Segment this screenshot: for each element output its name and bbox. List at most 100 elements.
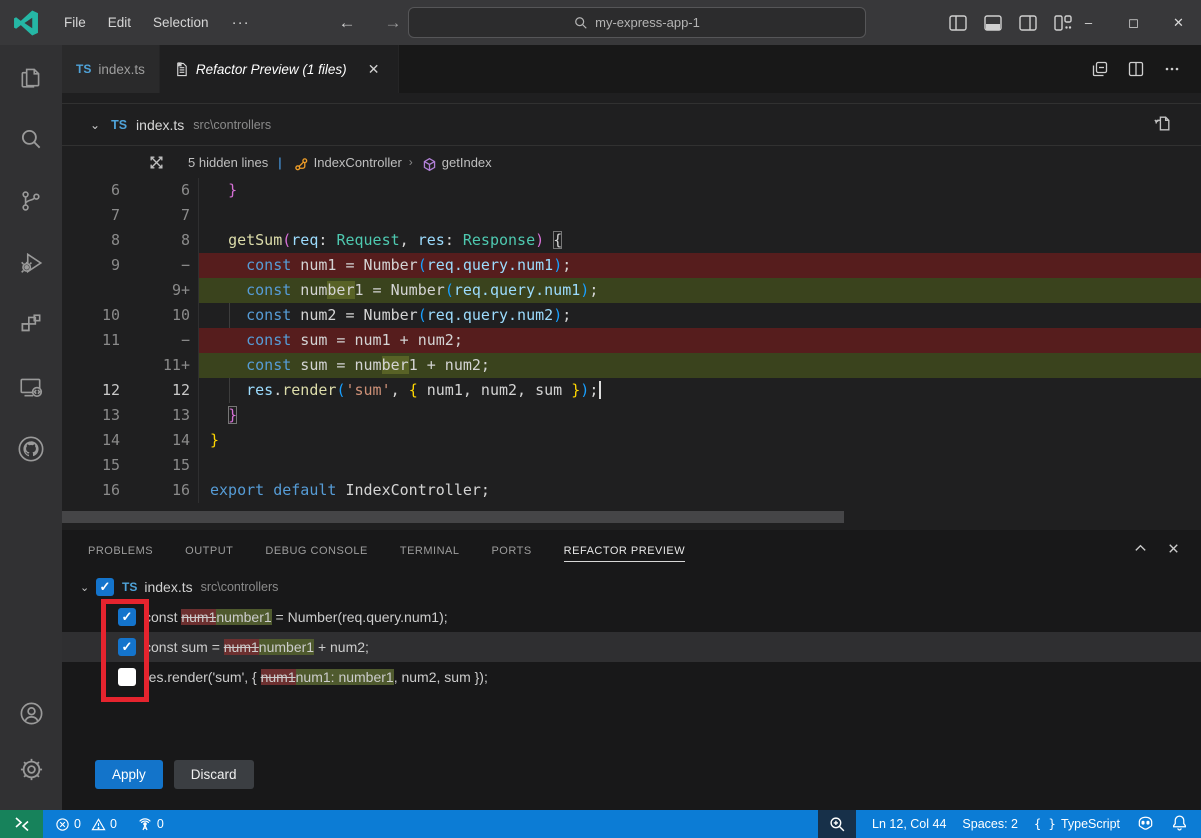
code-line[interactable]: 1010 const num2 = Number(req.query.num2)… <box>62 303 1201 328</box>
zoom-in-icon <box>829 816 846 833</box>
original-line-number: 8 <box>62 228 126 253</box>
code-line[interactable]: 1212 res.render('sum', { num1, num2, sum… <box>62 378 1201 403</box>
notifications-bell-icon[interactable] <box>1171 814 1188 834</box>
original-line-number: 12 <box>62 378 126 403</box>
modified-line-number: 11+ <box>126 353 198 378</box>
layout-controls <box>948 0 1073 45</box>
file-path: src\controllers <box>193 118 271 132</box>
code-line[interactable]: 66 } <box>62 178 1201 203</box>
panel-tab-terminal[interactable]: TERMINAL <box>400 541 460 562</box>
split-editor-icon[interactable] <box>1127 60 1145 78</box>
panel-tab-debug-console[interactable]: DEBUG CONSOLE <box>265 541 367 562</box>
panel-collapse-icon[interactable] <box>1133 541 1148 561</box>
modified-line-number: 12 <box>126 378 198 403</box>
go-forward-icon[interactable]: → <box>381 11 405 35</box>
panel-tab-ports[interactable]: PORTS <box>491 541 531 562</box>
code-line[interactable]: 1616export default IndexController; <box>62 478 1201 503</box>
open-changes-icon[interactable] <box>1091 60 1109 78</box>
tab-refactor-preview[interactable]: Refactor Preview (1 files) ✕ <box>160 45 399 93</box>
code-line[interactable]: 1414} <box>62 428 1201 453</box>
scrollbar-slider[interactable] <box>62 511 844 523</box>
panel-tab-refactor-preview[interactable]: REFACTOR PREVIEW <box>564 541 685 562</box>
change-checkbox[interactable]: ✓ <box>118 608 136 626</box>
expand-hidden-lines-icon[interactable] <box>124 154 188 171</box>
maximize-button[interactable]: ◻ <box>1111 0 1156 45</box>
toggle-primary-sidebar-icon[interactable] <box>948 13 968 33</box>
ports-status[interactable]: 0 <box>137 816 164 832</box>
zoom-indicator[interactable] <box>818 810 856 838</box>
problems-status[interactable]: 0 0 <box>55 817 117 832</box>
source-control-icon[interactable] <box>16 186 46 216</box>
extensions-icon[interactable] <box>16 310 46 340</box>
modified-line-number: 6 <box>126 178 198 203</box>
language-mode[interactable]: { } TypeScript <box>1034 817 1120 831</box>
minimize-button[interactable]: – <box>1066 0 1111 45</box>
file-checkbox[interactable]: ✓ <box>96 578 114 596</box>
vscode-logo-icon <box>13 10 39 36</box>
command-center-search[interactable]: my-express-app-1 <box>408 7 866 38</box>
run-and-debug-icon[interactable] <box>16 248 46 278</box>
change-checkbox[interactable]: ✓ <box>118 638 136 656</box>
refactor-change-row[interactable]: res.render('sum', { num1num1: number1, n… <box>62 662 1201 692</box>
account-icon[interactable] <box>16 698 46 728</box>
explorer-icon[interactable] <box>16 62 46 92</box>
original-line-number: 14 <box>62 428 126 453</box>
menu-edit[interactable]: Edit <box>97 9 142 36</box>
copilot-status-icon[interactable] <box>1136 813 1155 835</box>
refactor-change-row[interactable]: ✓const num1number1 = Number(req.query.nu… <box>62 602 1201 632</box>
breadcrumb-method[interactable]: getIndex <box>442 155 492 170</box>
code-line[interactable]: 9+ const number1 = Number(req.query.num1… <box>62 278 1201 303</box>
tab-close-icon[interactable]: ✕ <box>364 59 384 79</box>
file-path: src\controllers <box>201 580 279 594</box>
chevron-down-icon[interactable]: ⌄ <box>80 581 96 594</box>
code-line[interactable]: 9− const num1 = Number(req.query.num1); <box>62 253 1201 278</box>
code-line[interactable]: 1515 <box>62 453 1201 478</box>
code-text: const num1 = Number(req.query.num1); <box>198 253 1201 278</box>
settings-gear-icon[interactable] <box>16 754 46 784</box>
menu-selection[interactable]: Selection <box>142 9 220 36</box>
code-line[interactable]: 11+ const sum = number1 + num2; <box>62 353 1201 378</box>
panel-tab-output[interactable]: OUTPUT <box>185 541 233 562</box>
menu-file[interactable]: File <box>53 9 97 36</box>
github-icon[interactable] <box>16 434 46 464</box>
preview-document-icon <box>174 62 189 77</box>
toggle-panel-icon[interactable] <box>983 13 1003 33</box>
more-actions-icon[interactable] <box>1163 60 1181 78</box>
tree-file-row[interactable]: ⌄ ✓ TS index.ts src\controllers <box>62 572 1201 602</box>
discard-button[interactable]: Discard <box>174 760 254 789</box>
code-line[interactable]: 88 getSum(req: Request, res: Response) { <box>62 228 1201 253</box>
window-controls: – ◻ ✕ <box>1066 0 1201 45</box>
tab-bar-actions <box>1091 45 1201 93</box>
tab-label: index.ts <box>98 62 145 77</box>
panel-tab-problems[interactable]: PROBLEMS <box>88 541 153 562</box>
tab-index-ts[interactable]: TS index.ts <box>62 45 160 93</box>
change-checkbox[interactable] <box>118 668 136 686</box>
remote-explorer-icon[interactable] <box>16 372 46 402</box>
original-line-number: 6 <box>62 178 126 203</box>
refactor-change-row[interactable]: ✓const sum = num1number1 + num2; <box>62 632 1201 662</box>
toggle-secondary-sidebar-icon[interactable] <box>1018 13 1038 33</box>
code-line[interactable]: 77 <box>62 203 1201 228</box>
cursor-position[interactable]: Ln 12, Col 44 <box>872 817 946 831</box>
apply-button[interactable]: Apply <box>95 760 163 789</box>
breadcrumb-separator: › <box>409 155 413 169</box>
code-line[interactable]: 11− const sum = num1 + num2; <box>62 328 1201 353</box>
search-view-icon[interactable] <box>16 124 46 154</box>
go-to-file-icon[interactable] <box>1152 113 1173 137</box>
breadcrumb-class[interactable]: IndexController <box>314 155 402 170</box>
chevron-down-icon[interactable]: ⌄ <box>90 118 100 132</box>
command-center-text: my-express-app-1 <box>595 15 700 30</box>
diff-file-header[interactable]: ⌄ TS index.ts src\controllers <box>62 103 1201 146</box>
close-button[interactable]: ✕ <box>1156 0 1201 45</box>
panel-close-icon[interactable] <box>1166 541 1181 561</box>
code-line[interactable]: 1313 } <box>62 403 1201 428</box>
indentation-status[interactable]: Spaces: 2 <box>962 817 1018 831</box>
modified-line-number: 8 <box>126 228 198 253</box>
hidden-lines-label[interactable]: 5 hidden lines <box>188 155 268 170</box>
original-line-number: 10 <box>62 303 126 328</box>
go-back-icon[interactable]: ← <box>335 11 359 35</box>
modified-line-number: 13 <box>126 403 198 428</box>
menu-overflow-ellipsis[interactable]: ··· <box>220 10 262 35</box>
typescript-file-icon: TS <box>122 580 137 594</box>
remote-indicator[interactable] <box>0 810 43 838</box>
